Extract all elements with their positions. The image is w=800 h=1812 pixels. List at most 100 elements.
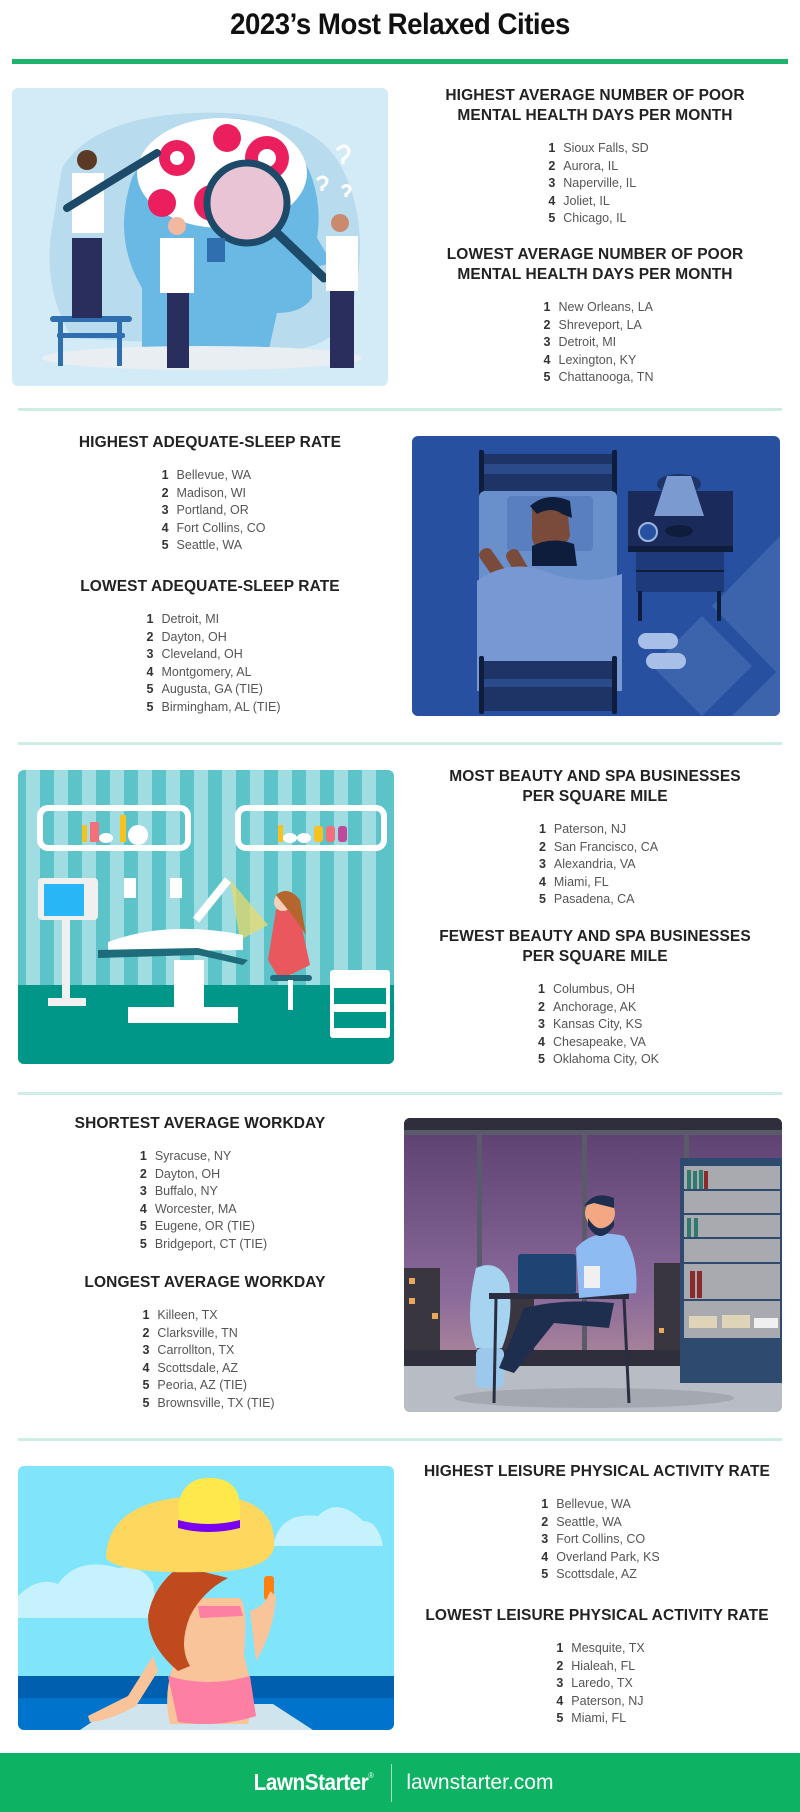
rank-number: 2 [548,158,556,173]
rank-number: 1 [538,822,546,836]
illustration-woman-relaxing-pool [18,1466,394,1730]
city-name: Pasadena, CA [553,892,635,906]
city-name: Detroit, MI [558,335,617,349]
list-item: 5 Bridgeport, CT (TIE) [133,1236,267,1254]
brand-logo[interactable]: LawnStarter® [253,1769,373,1796]
rank-number: 1 [146,612,154,626]
city-name: Seattle, WA [176,538,243,552]
rank-number: 3 [538,1017,545,1031]
list-item: 1 Syracuse, NY [133,1148,267,1166]
rank-number: 5 [139,1236,147,1251]
list-item: 2 Shreveport, LA [537,317,654,335]
rank-number: 1 [541,1497,549,1511]
list-item: 4 Lexington, KY [537,352,654,370]
list-highest-adequate-sleep: HIGHEST ADEQUATE-SLEEP RATE 1 Bellevue, W… [10,433,410,555]
illustration-beauty-spa [18,770,394,1064]
list-item: 5 Peoria, AZ (TIE) [135,1377,274,1395]
city-name: Chicago, IL [563,211,627,225]
footer-banner: LawnStarter® lawnstarter.com [0,1753,800,1812]
rank-number: 4 [543,352,551,367]
rank-number: 5 [142,1395,150,1410]
list-heading: FEWEST BEAUTY AND SPA BUSINESSES PER SQU… [439,928,751,965]
city-name: Carrollton, TX [157,1343,235,1357]
rank-number: 5 [146,682,154,696]
list-item: 5 Brownsville, TX (TIE) [135,1395,274,1413]
rank-number: 4 [548,193,556,208]
list-item: 4 Overland Park, KS [534,1549,659,1567]
rank-number: 3 [146,647,154,661]
rank-number: 5 [139,1219,147,1233]
illustration-brain-scientists [12,88,388,386]
list-item: 5 Scottsdale, AZ [534,1566,660,1584]
city-name: Fort Collins, CO [556,1532,646,1546]
footer-separator [391,1763,393,1802]
city-name: Worcester, MA [154,1201,237,1216]
rank-number: 1 [543,300,551,314]
rank-number: 3 [548,176,556,190]
rank-number: 3 [142,1343,150,1357]
list-item: 1 Sioux Falls, SD [541,140,648,158]
list-item: 4 Chesapeake, VA [531,1034,659,1052]
city-name: Chattanooga, TN [558,370,654,384]
rank-number: 4 [142,1360,150,1375]
list-item: 3 Laredo, TX [549,1675,644,1693]
rank-number: 2 [161,485,169,500]
city-name: New Orleans, LA [558,300,653,314]
city-name: Clarksville, TN [157,1325,238,1340]
footer-url-link[interactable]: lawnstarter.com [406,1771,553,1795]
list-item: 2 Seattle, WA [534,1514,660,1532]
list-item: 5 Pasadena, CA [532,891,658,909]
rank-number: 3 [139,1184,147,1198]
list-item: 1 Columbus, OH [531,981,659,999]
city-name: Miami, FL [571,1711,627,1725]
rank-number: 4 [556,1693,564,1708]
rank-number: 4 [146,664,154,679]
list-heading: LONGEST AVERAGE WORKDAY [84,1274,326,1291]
city-name: San Francisco, CA [553,839,659,854]
city-name: Paterson, NJ [571,1693,644,1708]
city-name: Birmingham, AL (TIE) [161,699,281,714]
rank-number: 3 [538,857,546,871]
list-item: 3 Buffalo, NY [133,1183,267,1201]
list-item: 1 Mesquite, TX [549,1640,644,1658]
rank-list: 1 Detroit, MI 2 Dayton, OH 3 Cleveland, OH … [139,611,281,716]
city-name: Joliet, IL [563,193,610,208]
city-name: Miami, FL [553,874,609,889]
list-item: 1 Bellevue, WA [155,467,266,485]
city-name: Augusta, GA (TIE) [161,682,263,696]
list-item: 4 Worcester, MA [133,1201,267,1219]
rank-number: 5 [543,370,551,384]
city-name: Kansas City, KS [552,1017,643,1031]
rank-list: 1 Paterson, NJ 2 San Francisco, CA 3 Alexan… [532,821,658,909]
list-lowest-leisure-activity: LOWEST LEISURE PHYSICAL ACTIVITY RATE 1M… [400,1606,794,1728]
illustration-man-working-night [404,1118,782,1412]
section-divider [18,1438,782,1441]
list-item: 5 Seattle, WA [155,537,266,555]
list-item: 4 Scottsdale, AZ [135,1360,274,1378]
rank-number: 2 [543,317,551,332]
list-heading: HIGHEST LEISURE PHYSICAL ACTIVITY RATE [424,1463,770,1480]
list-item: 2 Clarksville, TN [135,1325,274,1343]
city-name: Detroit, MI [161,612,220,626]
city-name: Chesapeake, VA [552,1034,646,1049]
city-name: Brownsville, TX (TIE) [157,1395,275,1410]
city-name: Scottsdale, AZ [556,1567,637,1581]
city-name: Dayton, OH [161,629,227,644]
list-item: 3 Alexandria, VA [532,856,658,874]
city-name: Oklahoma City, OK [552,1052,660,1066]
list-item: 2 Aurora, IL [541,158,648,176]
city-name: Alexandria, VA [553,857,636,871]
list-item: 5 Chicago, IL [541,210,648,228]
city-name: Portland, OR [176,503,249,517]
illustration-sleeping-man [412,436,780,716]
city-name: Montgomery, AL [161,664,252,679]
rank-number: 2 [538,999,545,1014]
city-name: Fort Collins, CO [176,520,266,535]
list-item: 4 Paterson, NJ [549,1693,644,1711]
page-title: 2023’s Most Relaxed Cities [230,8,570,41]
list-item: 3 Detroit, MI [537,334,654,352]
rank-number: 2 [146,629,154,644]
city-name: Cleveland, OH [161,647,243,661]
list-item: 3 Portland, OR [155,502,266,520]
city-name: Dayton, OH [154,1166,221,1181]
